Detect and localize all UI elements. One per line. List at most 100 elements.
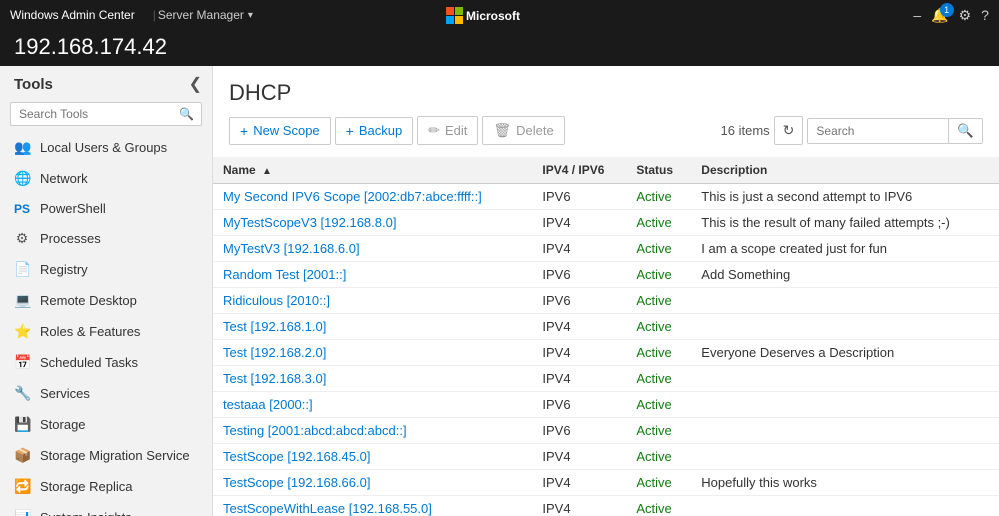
scope-link[interactable]: Random Test [2001::] — [223, 267, 346, 282]
sidebar-item-powershell[interactable]: PS PowerShell — [0, 194, 212, 223]
search-tools-input[interactable] — [10, 102, 202, 126]
sidebar-search-wrapper: 🔍 — [10, 102, 202, 126]
search-box: 🔍 — [807, 118, 983, 144]
scope-link[interactable]: Test [192.168.3.0] — [223, 371, 326, 386]
row-name-cell: TestScope [192.168.66.0] — [213, 470, 532, 496]
col-name[interactable]: Name ▲ — [213, 157, 532, 184]
row-description-cell — [691, 288, 999, 314]
server-manager-btn[interactable]: Server Manager ▾ — [158, 8, 253, 22]
row-ipver-cell: IPV4 — [532, 236, 626, 262]
sidebar-item-label: Scheduled Tasks — [40, 355, 138, 370]
sidebar-item-services[interactable]: 🔧 Services — [0, 378, 212, 409]
dhcp-table-wrapper: Name ▲ IPV4 / IPV6 Status Description My… — [213, 157, 999, 516]
backup-button[interactable]: + Backup — [335, 117, 414, 145]
scope-link[interactable]: MyTestScopeV3 [192.168.8.0] — [223, 215, 396, 230]
row-ipver-cell: IPV4 — [532, 340, 626, 366]
delete-icon: 🗑 — [493, 122, 511, 139]
notification-bell-icon[interactable]: 🔔 1 — [931, 7, 948, 24]
table-row: testaaa [2000::]IPV6Active — [213, 392, 999, 418]
row-status-cell: Active — [626, 262, 691, 288]
scope-link[interactable]: Test [192.168.2.0] — [223, 345, 326, 360]
scope-link[interactable]: MyTestV3 [192.168.6.0] — [223, 241, 360, 256]
table-row: Test [192.168.3.0]IPV4Active — [213, 366, 999, 392]
sort-icon: ▲ — [262, 166, 272, 177]
registry-icon: 📄 — [14, 261, 30, 278]
sidebar-item-label: Services — [40, 386, 90, 401]
plus-icon: + — [240, 123, 248, 139]
backup-icon: + — [346, 123, 354, 139]
sidebar-item-storage-replica[interactable]: 🔁 Storage Replica — [0, 471, 212, 502]
scope-link[interactable]: TestScopeWithLease [192.168.55.0] — [223, 501, 432, 516]
sidebar-item-label: Local Users & Groups — [40, 140, 167, 155]
network-icon: 🌐 — [14, 170, 30, 187]
sidebar-item-storage[interactable]: 💾 Storage — [0, 409, 212, 440]
scope-link[interactable]: TestScope [192.168.66.0] — [223, 475, 370, 490]
table-row: MyTestV3 [192.168.6.0]IPV4ActiveI am a s… — [213, 236, 999, 262]
new-scope-button[interactable]: + New Scope — [229, 117, 331, 145]
help-icon[interactable]: ? — [981, 7, 989, 23]
row-status-cell: Active — [626, 444, 691, 470]
sidebar-item-remote-desktop[interactable]: 💻 Remote Desktop — [0, 285, 212, 316]
row-ipver-cell: IPV6 — [532, 288, 626, 314]
search-submit-button[interactable]: 🔍 — [948, 119, 982, 143]
row-ipver-cell: IPV6 — [532, 418, 626, 444]
row-name-cell: My Second IPV6 Scope [2002:db7:abce:ffff… — [213, 184, 532, 210]
row-status-cell: Active — [626, 236, 691, 262]
row-name-cell: Random Test [2001::] — [213, 262, 532, 288]
roles-features-icon: ⭐ — [14, 323, 30, 340]
sidebar-item-processes[interactable]: ⚙ Processes — [0, 223, 212, 254]
sidebar-item-system-insights[interactable]: 📊 System Insights — [0, 502, 212, 516]
sidebar-nav: 👥 Local Users & Groups 🌐 Network PS Powe… — [0, 132, 212, 516]
sidebar-item-local-users[interactable]: 👥 Local Users & Groups — [0, 132, 212, 163]
sidebar-item-label: Processes — [40, 231, 101, 246]
row-ipver-cell: IPV4 — [532, 210, 626, 236]
dhcp-table: Name ▲ IPV4 / IPV6 Status Description My… — [213, 157, 999, 516]
search-input[interactable] — [808, 120, 948, 142]
local-users-icon: 👥 — [14, 139, 30, 156]
scope-link[interactable]: testaaa [2000::] — [223, 397, 313, 412]
row-name-cell: TestScope [192.168.45.0] — [213, 444, 532, 470]
settings-gear-icon[interactable]: ⚙ — [959, 7, 972, 24]
scope-link[interactable]: Testing [2001:abcd:abcd:abcd::] — [223, 423, 407, 438]
row-description-cell: This is the result of many failed attemp… — [691, 210, 999, 236]
scheduled-tasks-icon: 📅 — [14, 354, 30, 371]
table-row: Ridiculous [2010::]IPV6Active — [213, 288, 999, 314]
row-description-cell — [691, 392, 999, 418]
sidebar-collapse-button[interactable]: ❮ — [189, 74, 202, 94]
sidebar-item-label: Storage Replica — [40, 479, 133, 494]
table-row: My Second IPV6 Scope [2002:db7:abce:ffff… — [213, 184, 999, 210]
scope-link[interactable]: TestScope [192.168.45.0] — [223, 449, 370, 464]
sidebar-header: Tools ❮ — [0, 66, 212, 98]
row-name-cell: Test [192.168.1.0] — [213, 314, 532, 340]
row-description-cell — [691, 314, 999, 340]
storage-replica-icon: 🔁 — [14, 478, 30, 495]
row-ipver-cell: IPV4 — [532, 444, 626, 470]
edit-button[interactable]: ✏ Edit — [417, 116, 478, 145]
delete-button[interactable]: 🗑 Delete — [482, 116, 564, 145]
topbar-actions: ‒ 🔔 1 ⚙ ? — [913, 7, 989, 24]
sidebar-item-roles-features[interactable]: ⭐ Roles & Features — [0, 316, 212, 347]
new-scope-label: New Scope — [253, 123, 319, 138]
scope-link[interactable]: Test [192.168.1.0] — [223, 319, 326, 334]
minimize-icon[interactable]: ‒ — [913, 7, 921, 23]
content-header: DHCP + New Scope + Backup ✏ Edit 🗑 Delet… — [213, 66, 999, 157]
sidebar-item-registry[interactable]: 📄 Registry — [0, 254, 212, 285]
row-ipver-cell: IPV6 — [532, 184, 626, 210]
row-name-cell: Testing [2001:abcd:abcd:abcd::] — [213, 418, 532, 444]
row-status-cell: Active — [626, 340, 691, 366]
system-insights-icon: 📊 — [14, 509, 30, 516]
scope-link[interactable]: My Second IPV6 Scope [2002:db7:abce:ffff… — [223, 189, 482, 204]
scope-link[interactable]: Ridiculous [2010::] — [223, 293, 330, 308]
sidebar-item-storage-migration[interactable]: 📦 Storage Migration Service — [0, 440, 212, 471]
sidebar-item-label: Network — [40, 171, 88, 186]
row-status-cell: Active — [626, 470, 691, 496]
row-name-cell: MyTestV3 [192.168.6.0] — [213, 236, 532, 262]
server-ip-label: 192.168.174.42 — [14, 34, 167, 59]
refresh-button[interactable]: ↻ — [774, 116, 804, 145]
sidebar-item-scheduled-tasks[interactable]: 📅 Scheduled Tasks — [0, 347, 212, 378]
sidebar-item-label: PowerShell — [40, 201, 106, 216]
table-row: TestScope [192.168.66.0]IPV4ActiveHopefu… — [213, 470, 999, 496]
sidebar-item-network[interactable]: 🌐 Network — [0, 163, 212, 194]
col-description: Description — [691, 157, 999, 184]
row-description-cell: This is just a second attempt to IPV6 — [691, 184, 999, 210]
